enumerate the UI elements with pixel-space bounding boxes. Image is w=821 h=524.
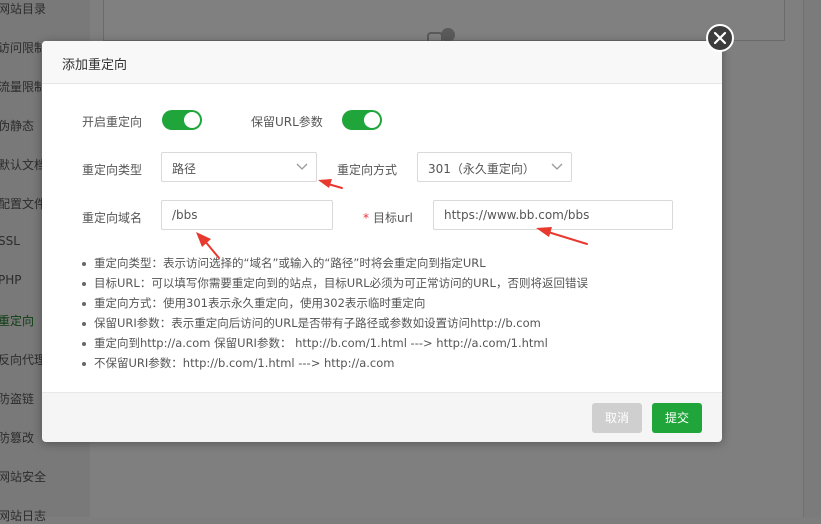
sidebar-item[interactable]: 流量限制: [0, 78, 46, 95]
background-scroll-area: [803, 0, 821, 517]
close-dialog-button[interactable]: [706, 24, 734, 52]
sidebar-item[interactable]: 网站日志: [0, 507, 46, 524]
chevron-down-icon: [296, 163, 308, 170]
dialog-header: 添加重定向: [42, 41, 722, 84]
redirect-domain-input[interactable]: /bbs: [161, 200, 333, 230]
dialog-title: 添加重定向: [62, 58, 128, 73]
submit-button[interactable]: 提交: [652, 403, 702, 433]
target-url-input[interactable]: https://www.bb.com/bbs: [433, 200, 673, 230]
sidebar-item[interactable]: 访问限制: [0, 39, 46, 56]
redirect-type-value: 路径: [172, 162, 197, 176]
tip-item: 保留URI参数：表示重定向后访问的URL是否带有子路径或参数如设置访问http:…: [82, 313, 588, 333]
dialog-footer: 取消 提交: [42, 392, 722, 442]
sidebar-item[interactable]: SSL: [0, 234, 20, 248]
target-url-value: https://www.bb.com/bbs: [444, 208, 590, 222]
tip-item: 重定向方式：使用301表示永久重定向，使用302表示临时重定向: [82, 293, 588, 313]
add-redirect-dialog: 添加重定向 开启重定向 保留URL参数 重定向类型 路径 重定向方式 301（永…: [42, 41, 722, 442]
target-url-label: * 目标url: [363, 209, 413, 226]
redirect-domain-value: /bbs: [172, 208, 198, 222]
redirect-method-select[interactable]: 301（永久重定向）: [417, 152, 572, 182]
chevron-down-icon: [551, 163, 563, 170]
sidebar-item[interactable]: 防篡改: [0, 429, 34, 446]
toggle-knob: [184, 112, 200, 128]
tip-item: 重定向到http://a.com 保留URI参数： http://b.com/1…: [82, 333, 588, 353]
sidebar-item[interactable]: 网站安全: [0, 468, 46, 485]
enable-redirect-toggle[interactable]: [162, 110, 202, 130]
sidebar-item[interactable]: 伪静态: [0, 117, 34, 134]
redirect-domain-label: 重定向域名: [82, 211, 143, 225]
cancel-button[interactable]: 取消: [592, 403, 642, 433]
tip-item: 不保留URI参数：http://b.com/1.html ---> http:/…: [82, 353, 588, 373]
toggle-knob: [364, 112, 380, 128]
redirect-method-value: 301（永久重定向）: [428, 162, 535, 176]
redirect-method-label: 重定向方式: [337, 163, 398, 177]
redirect-type-select[interactable]: 路径: [161, 152, 317, 182]
tip-item: 重定向类型：表示访问选择的“域名”或输入的“路径”时将会重定向到指定URL: [82, 253, 588, 273]
sidebar-item[interactable]: PHP: [0, 273, 22, 287]
redirect-type-label: 重定向类型: [82, 163, 143, 177]
required-marker: *: [363, 211, 369, 225]
sidebar-item[interactable]: 重定向: [0, 312, 34, 329]
tip-item: 目标URL：可以填写你需要重定向到的站点，目标URL必须为可正常访问的URL，否…: [82, 273, 588, 293]
sidebar-item[interactable]: 默认文档: [0, 156, 46, 173]
close-icon: [713, 31, 727, 45]
target-url-label-text: 目标url: [373, 211, 413, 225]
sidebar-item[interactable]: 反向代理: [0, 351, 46, 368]
tips-list: 重定向类型：表示访问选择的“域名”或输入的“路径”时将会重定向到指定URL 目标…: [82, 253, 588, 373]
enable-redirect-label: 开启重定向: [82, 115, 143, 129]
keep-url-params-toggle[interactable]: [342, 110, 382, 130]
sidebar-item[interactable]: 配置文件: [0, 195, 46, 212]
keep-url-params-label: 保留URL参数: [251, 115, 323, 129]
sidebar-item[interactable]: 防盗链: [0, 390, 34, 407]
background-panel: [103, 0, 785, 46]
sidebar-item[interactable]: 网站目录: [0, 0, 46, 17]
